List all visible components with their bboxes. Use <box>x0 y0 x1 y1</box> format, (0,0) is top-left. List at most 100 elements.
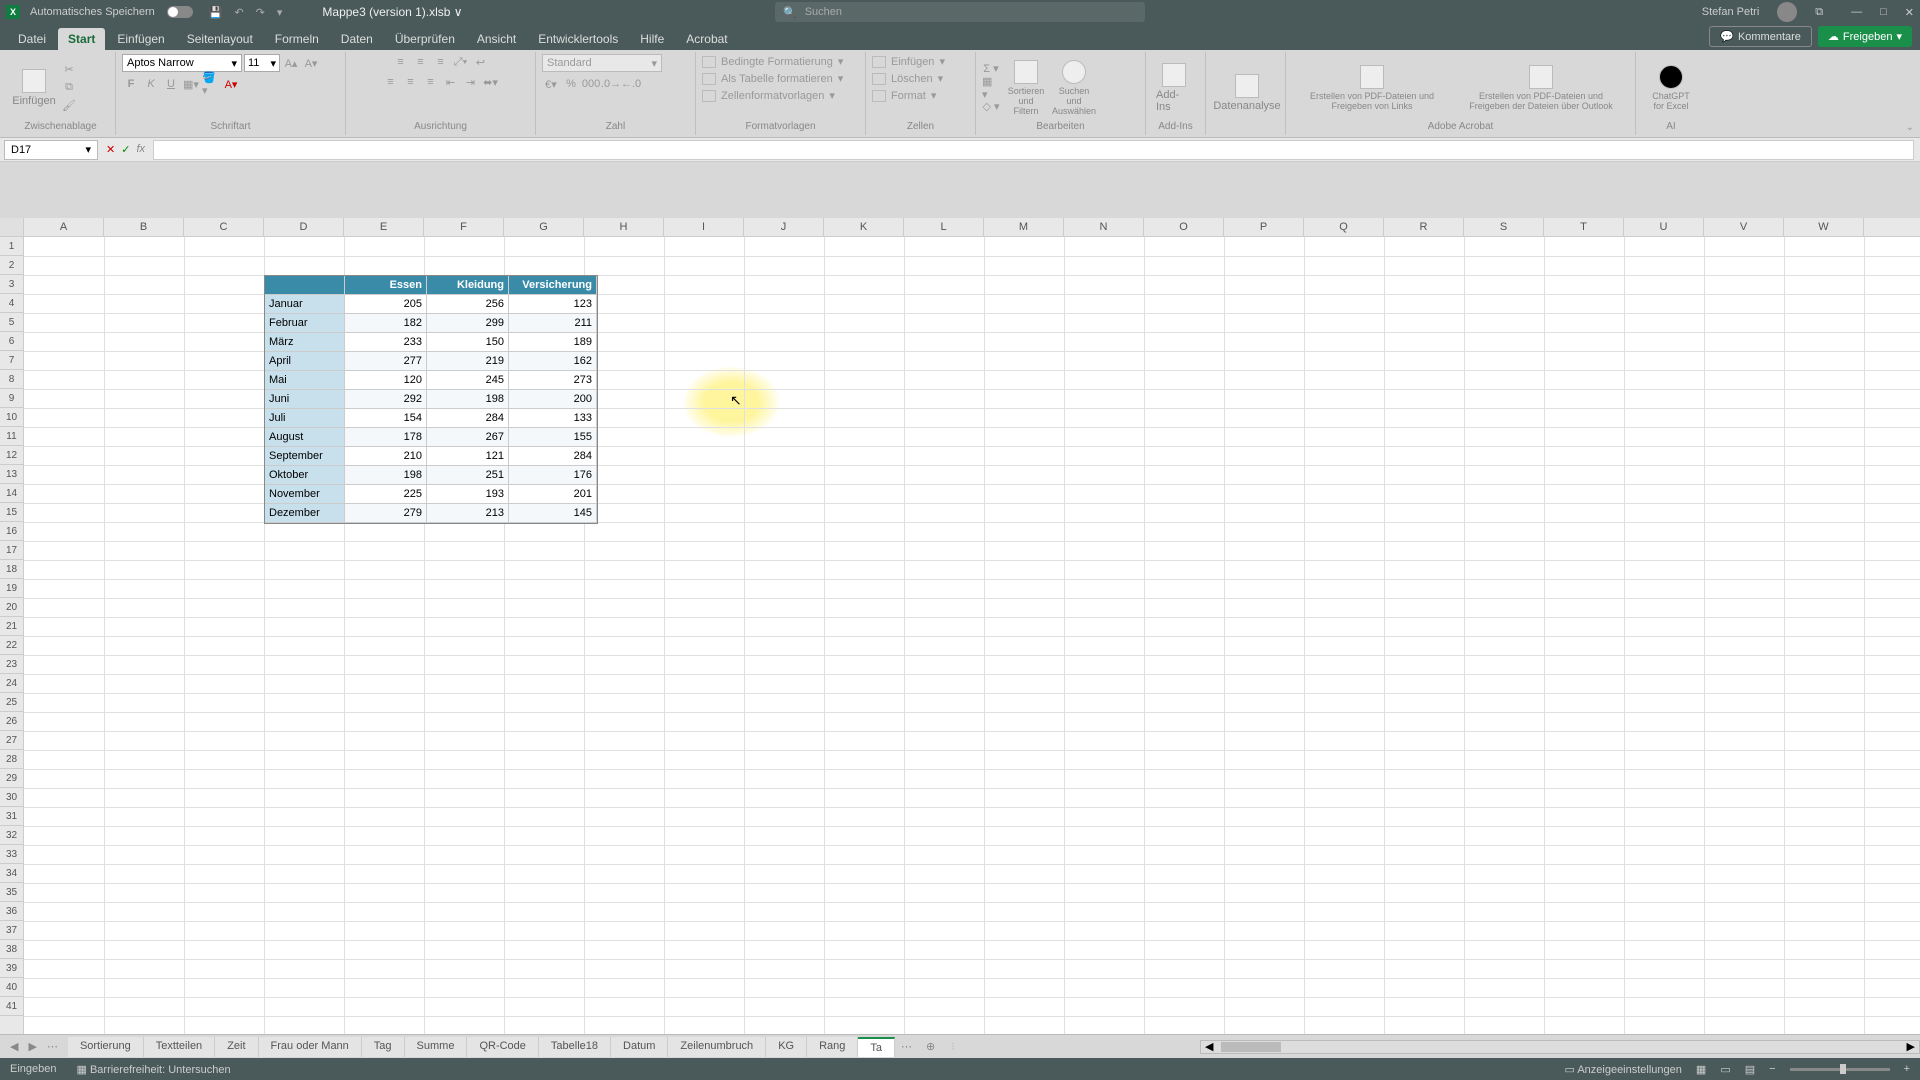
row-header[interactable]: 2 <box>0 256 23 275</box>
merge-icon[interactable]: ⬌▾ <box>482 74 500 90</box>
sheet-tab[interactable]: Summe <box>405 1037 468 1057</box>
table-row-label[interactable]: März <box>265 333 345 352</box>
table-cell[interactable]: 211 <box>509 314 597 333</box>
ribbon-tab-hilfe[interactable]: Hilfe <box>630 28 674 50</box>
formula-input[interactable] <box>153 140 1914 160</box>
user-name[interactable]: Stefan Petri <box>1702 6 1759 18</box>
ribbon-tab-acrobat[interactable]: Acrobat <box>676 28 737 50</box>
row-header[interactable]: 9 <box>0 389 23 408</box>
row-header[interactable]: 13 <box>0 465 23 484</box>
table-cell[interactable]: 267 <box>427 428 509 447</box>
cancel-formula-icon[interactable]: ✕ <box>106 143 115 156</box>
conditional-formatting-button[interactable]: Bedingte Formatierung ▾ <box>702 54 843 69</box>
table-cell[interactable]: 198 <box>345 466 427 485</box>
sheet-tab[interactable]: Ta <box>858 1037 895 1057</box>
fx-icon[interactable]: fx <box>136 143 145 156</box>
redo-icon[interactable]: ↷ <box>256 6 265 19</box>
row-header[interactable]: 24 <box>0 674 23 693</box>
font-color-icon[interactable]: A▾ <box>222 76 240 92</box>
document-name[interactable]: Mappe3 (version 1).xlsb ∨ <box>322 5 462 19</box>
row-header[interactable]: 30 <box>0 788 23 807</box>
sheet-next-icon[interactable]: ▶ <box>28 1040 36 1053</box>
ribbon-tab-entwicklertools[interactable]: Entwicklertools <box>528 28 628 50</box>
column-header[interactable]: R <box>1384 218 1464 236</box>
column-header[interactable]: T <box>1544 218 1624 236</box>
table-cell[interactable]: 120 <box>345 371 427 390</box>
column-header[interactable]: O <box>1144 218 1224 236</box>
sheet-tab[interactable]: Tag <box>362 1037 405 1057</box>
column-header[interactable]: B <box>104 218 184 236</box>
fill-color-icon[interactable]: 🪣▾ <box>202 76 220 92</box>
ribbon-tab-daten[interactable]: Daten <box>331 28 383 50</box>
increase-decimal-icon[interactable]: .0→ <box>602 76 620 92</box>
table-cell[interactable]: 273 <box>509 371 597 390</box>
format-painter-icon[interactable]: 🖌 <box>60 98 78 114</box>
pdf-links-button[interactable]: Erstellen von PDF-Dateien und Freigeben … <box>1292 63 1452 113</box>
table-cell[interactable]: 292 <box>345 390 427 409</box>
border-icon[interactable]: ▦▾ <box>182 76 200 92</box>
align-center-icon[interactable]: ≡ <box>402 74 420 90</box>
data-analysis-button[interactable]: Datenanalyse <box>1212 72 1282 114</box>
accept-formula-icon[interactable]: ✓ <box>121 143 130 156</box>
search-box[interactable]: 🔍 Suchen <box>775 2 1145 22</box>
table-header[interactable]: Kleidung <box>427 276 509 295</box>
zoom-slider[interactable] <box>1790 1068 1890 1071</box>
table-row-label[interactable]: April <box>265 352 345 371</box>
row-header[interactable]: 26 <box>0 712 23 731</box>
minimize-icon[interactable]: — <box>1851 6 1862 19</box>
table-cell[interactable]: 299 <box>427 314 509 333</box>
align-right-icon[interactable]: ≡ <box>422 74 440 90</box>
table-cell[interactable]: 200 <box>509 390 597 409</box>
italic-button[interactable]: K <box>142 76 160 92</box>
row-header[interactable]: 38 <box>0 940 23 959</box>
sheet-more-icon[interactable]: ⋯ <box>895 1040 918 1053</box>
align-top-icon[interactable]: ≡ <box>392 54 410 70</box>
row-header[interactable]: 6 <box>0 332 23 351</box>
sheet-tab[interactable]: Tabelle18 <box>539 1037 611 1057</box>
zoom-in-icon[interactable]: + <box>1904 1063 1910 1075</box>
table-row-label[interactable]: Januar <box>265 295 345 314</box>
table-cell[interactable]: 162 <box>509 352 597 371</box>
addins-button[interactable]: Add-Ins <box>1152 61 1196 115</box>
row-header[interactable]: 40 <box>0 978 23 997</box>
save-icon[interactable]: 💾 <box>209 6 223 19</box>
align-middle-icon[interactable]: ≡ <box>412 54 430 70</box>
row-header[interactable]: 3 <box>0 275 23 294</box>
orientation-icon[interactable]: ⤢▾ <box>452 54 470 70</box>
table-cell[interactable]: 193 <box>427 485 509 504</box>
fill-icon[interactable]: ▦ ▾ <box>982 80 1000 96</box>
column-header[interactable]: F <box>424 218 504 236</box>
cells-area[interactable]: ↖ EssenKleidungVersicherungJanuar2052561… <box>24 237 1920 1038</box>
column-header[interactable]: D <box>264 218 344 236</box>
table-cell[interactable]: 251 <box>427 466 509 485</box>
row-header[interactable]: 7 <box>0 351 23 370</box>
column-header[interactable]: H <box>584 218 664 236</box>
table-cell[interactable]: 201 <box>509 485 597 504</box>
row-header[interactable]: 37 <box>0 921 23 940</box>
pdf-outlook-button[interactable]: Erstellen von PDF-Dateien und Freigeben … <box>1456 63 1626 113</box>
sheet-all-icon[interactable]: ⋯ <box>47 1040 58 1053</box>
column-header[interactable]: N <box>1064 218 1144 236</box>
sheet-tab[interactable]: QR-Code <box>467 1037 538 1057</box>
row-header[interactable]: 29 <box>0 769 23 788</box>
table-cell[interactable]: 210 <box>345 447 427 466</box>
table-cell[interactable]: 279 <box>345 504 427 523</box>
table-row-label[interactable]: Oktober <box>265 466 345 485</box>
table-cell[interactable]: 182 <box>345 314 427 333</box>
number-format-select[interactable]: Standard▾ <box>542 54 662 72</box>
row-header[interactable]: 33 <box>0 845 23 864</box>
table-cell[interactable]: 178 <box>345 428 427 447</box>
column-header[interactable]: Q <box>1304 218 1384 236</box>
row-header[interactable]: 11 <box>0 427 23 446</box>
name-box[interactable]: D17▾ <box>4 140 98 160</box>
table-cell[interactable]: 219 <box>427 352 509 371</box>
table-cell[interactable]: 121 <box>427 447 509 466</box>
cell-styles-button[interactable]: Zellenformatvorlagen ▾ <box>702 88 835 103</box>
cloud-icon[interactable]: ⧉ <box>1815 6 1823 19</box>
table-header[interactable]: Versicherung <box>509 276 597 295</box>
select-all-corner[interactable] <box>0 218 24 236</box>
percent-icon[interactable]: % <box>562 76 580 92</box>
column-header[interactable]: P <box>1224 218 1304 236</box>
row-header[interactable]: 32 <box>0 826 23 845</box>
comma-icon[interactable]: 000 <box>582 76 600 92</box>
